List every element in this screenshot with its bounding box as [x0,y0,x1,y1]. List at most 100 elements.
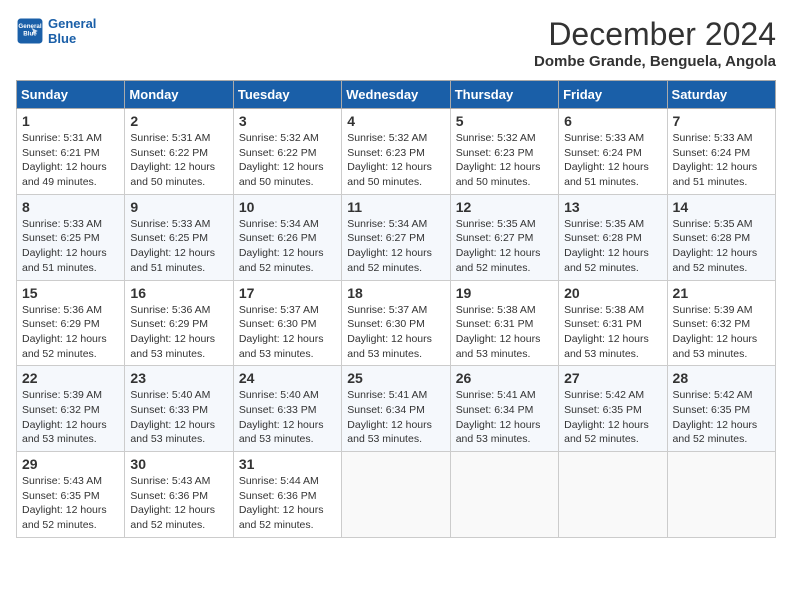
day-number: 31 [239,456,336,472]
day-number: 7 [673,113,770,129]
calendar-day-7: 7 Sunrise: 5:33 AMSunset: 6:24 PMDaylight… [667,109,775,195]
day-info: Sunrise: 5:37 AMSunset: 6:30 PMDaylight:… [347,304,432,360]
day-number: 14 [673,199,770,215]
calendar-day-13: 13Sunrise: 5:35 AMSunset: 6:28 PMDayligh… [559,194,667,280]
day-number: 15 [22,285,119,301]
calendar-day-5: 5 Sunrise: 5:32 AMSunset: 6:23 PMDaylight… [450,109,558,195]
calendar-day-10: 10 Sunrise: 5:34 AMSunset: 6:26 PMDayligh… [233,194,341,280]
calendar-day-23: 23 Sunrise: 5:40 AMSunset: 6:33 PMDayligh… [125,366,233,452]
day-number: 27 [564,370,661,386]
calendar-day-24: 24 Sunrise: 5:40 AMSunset: 6:33 PMDayligh… [233,366,341,452]
day-number: 24 [239,370,336,386]
day-info: Sunrise: 5:33 AMSunset: 6:24 PMDaylight:… [673,132,758,188]
calendar-day-11: 11 Sunrise: 5:34 AMSunset: 6:27 PMDayligh… [342,194,450,280]
day-number: 29 [22,456,119,472]
calendar-header-sunday: Sunday [17,81,125,109]
calendar-table: SundayMondayTuesdayWednesdayThursdayFrid… [16,80,776,538]
calendar-day-26: 26Sunrise: 5:41 AMSunset: 6:34 PMDayligh… [450,366,558,452]
calendar-day-22: 22Sunrise: 5:39 AMSunset: 6:32 PMDayligh… [17,366,125,452]
day-number: 18 [347,285,444,301]
day-info: Sunrise: 5:37 AMSunset: 6:30 PMDaylight:… [239,304,324,360]
calendar-day-4: 4Sunrise: 5:32 AMSunset: 6:23 PMDaylight… [342,109,450,195]
day-number: 11 [347,199,444,215]
day-info: Sunrise: 5:33 AMSunset: 6:25 PMDaylight:… [22,218,107,274]
day-number: 17 [239,285,336,301]
calendar-day-9: 9Sunrise: 5:33 AMSunset: 6:25 PMDaylight… [125,194,233,280]
calendar-header-tuesday: Tuesday [233,81,341,109]
calendar-empty-cell [559,452,667,538]
calendar-empty-cell [450,452,558,538]
calendar-header-monday: Monday [125,81,233,109]
calendar-day-19: 19 Sunrise: 5:38 AMSunset: 6:31 PMDayligh… [450,280,558,366]
day-info: Sunrise: 5:32 AMSunset: 6:22 PMDaylight:… [239,132,324,188]
calendar-day-27: 27 Sunrise: 5:42 AMSunset: 6:35 PMDayligh… [559,366,667,452]
calendar-day-1: 1 Sunrise: 5:31 AMSunset: 6:21 PMDaylight… [17,109,125,195]
day-info: Sunrise: 5:31 AMSunset: 6:21 PMDaylight:… [22,132,107,188]
calendar-day-3: 3 Sunrise: 5:32 AMSunset: 6:22 PMDaylight… [233,109,341,195]
calendar-empty-cell [342,452,450,538]
calendar-day-28: 28Sunrise: 5:42 AMSunset: 6:35 PMDayligh… [667,366,775,452]
day-info: Sunrise: 5:44 AMSunset: 6:36 PMDaylight:… [239,475,324,531]
day-number: 16 [130,285,227,301]
logo: General Blue GeneralBlue [16,16,96,46]
logo-icon: General Blue [16,17,44,45]
calendar-day-8: 8 Sunrise: 5:33 AMSunset: 6:25 PMDaylight… [17,194,125,280]
day-info: Sunrise: 5:42 AMSunset: 6:35 PMDaylight:… [564,389,649,445]
day-info: Sunrise: 5:38 AMSunset: 6:31 PMDaylight:… [456,304,541,360]
calendar-week-3: 15 Sunrise: 5:36 AMSunset: 6:29 PMDayligh… [17,280,776,366]
day-info: Sunrise: 5:39 AMSunset: 6:32 PMDaylight:… [673,304,758,360]
day-info: Sunrise: 5:32 AMSunset: 6:23 PMDaylight:… [347,132,432,188]
day-info: Sunrise: 5:34 AMSunset: 6:27 PMDaylight:… [347,218,432,274]
day-number: 13 [564,199,661,215]
day-info: Sunrise: 5:42 AMSunset: 6:35 PMDaylight:… [673,389,758,445]
day-info: Sunrise: 5:43 AMSunset: 6:36 PMDaylight:… [130,475,215,531]
calendar-day-14: 14Sunrise: 5:35 AMSunset: 6:28 PMDayligh… [667,194,775,280]
calendar-day-25: 25 Sunrise: 5:41 AMSunset: 6:34 PMDayligh… [342,366,450,452]
calendar-empty-cell [667,452,775,538]
page-title: December 2024 [534,16,776,53]
day-number: 3 [239,113,336,129]
day-info: Sunrise: 5:40 AMSunset: 6:33 PMDaylight:… [239,389,324,445]
calendar-week-4: 22Sunrise: 5:39 AMSunset: 6:32 PMDayligh… [17,366,776,452]
calendar-day-2: 2 Sunrise: 5:31 AMSunset: 6:22 PMDaylight… [125,109,233,195]
day-number: 1 [22,113,119,129]
calendar-day-30: 30Sunrise: 5:43 AMSunset: 6:36 PMDayligh… [125,452,233,538]
day-info: Sunrise: 5:35 AMSunset: 6:27 PMDaylight:… [456,218,541,274]
day-number: 21 [673,285,770,301]
calendar-day-21: 21 Sunrise: 5:39 AMSunset: 6:32 PMDayligh… [667,280,775,366]
calendar-day-16: 16 Sunrise: 5:36 AMSunset: 6:29 PMDayligh… [125,280,233,366]
day-info: Sunrise: 5:33 AMSunset: 6:24 PMDaylight:… [564,132,649,188]
calendar-day-18: 18 Sunrise: 5:37 AMSunset: 6:30 PMDayligh… [342,280,450,366]
calendar-week-1: 1 Sunrise: 5:31 AMSunset: 6:21 PMDaylight… [17,109,776,195]
calendar-day-31: 31 Sunrise: 5:44 AMSunset: 6:36 PMDayligh… [233,452,341,538]
calendar-header-saturday: Saturday [667,81,775,109]
day-number: 8 [22,199,119,215]
day-number: 10 [239,199,336,215]
day-number: 23 [130,370,227,386]
day-number: 22 [22,370,119,386]
day-info: Sunrise: 5:32 AMSunset: 6:23 PMDaylight:… [456,132,541,188]
day-info: Sunrise: 5:36 AMSunset: 6:29 PMDaylight:… [130,304,215,360]
day-number: 5 [456,113,553,129]
calendar-day-17: 17 Sunrise: 5:37 AMSunset: 6:30 PMDayligh… [233,280,341,366]
page-subtitle: Dombe Grande, Benguela, Angola [534,53,776,70]
day-info: Sunrise: 5:38 AMSunset: 6:31 PMDaylight:… [564,304,649,360]
calendar-day-20: 20Sunrise: 5:38 AMSunset: 6:31 PMDayligh… [559,280,667,366]
calendar-day-6: 6Sunrise: 5:33 AMSunset: 6:24 PMDaylight… [559,109,667,195]
day-number: 19 [456,285,553,301]
day-number: 12 [456,199,553,215]
calendar-week-2: 8 Sunrise: 5:33 AMSunset: 6:25 PMDaylight… [17,194,776,280]
day-number: 9 [130,199,227,215]
calendar-header-row: SundayMondayTuesdayWednesdayThursdayFrid… [17,81,776,109]
day-number: 2 [130,113,227,129]
day-info: Sunrise: 5:34 AMSunset: 6:26 PMDaylight:… [239,218,324,274]
calendar-week-5: 29Sunrise: 5:43 AMSunset: 6:35 PMDayligh… [17,452,776,538]
day-info: Sunrise: 5:41 AMSunset: 6:34 PMDaylight:… [347,389,432,445]
calendar-header-friday: Friday [559,81,667,109]
day-number: 25 [347,370,444,386]
day-info: Sunrise: 5:40 AMSunset: 6:33 PMDaylight:… [130,389,215,445]
page-header: General Blue GeneralBlue December 2024 D… [16,16,776,70]
day-info: Sunrise: 5:31 AMSunset: 6:22 PMDaylight:… [130,132,215,188]
logo-text: GeneralBlue [48,16,96,46]
day-info: Sunrise: 5:41 AMSunset: 6:34 PMDaylight:… [456,389,541,445]
